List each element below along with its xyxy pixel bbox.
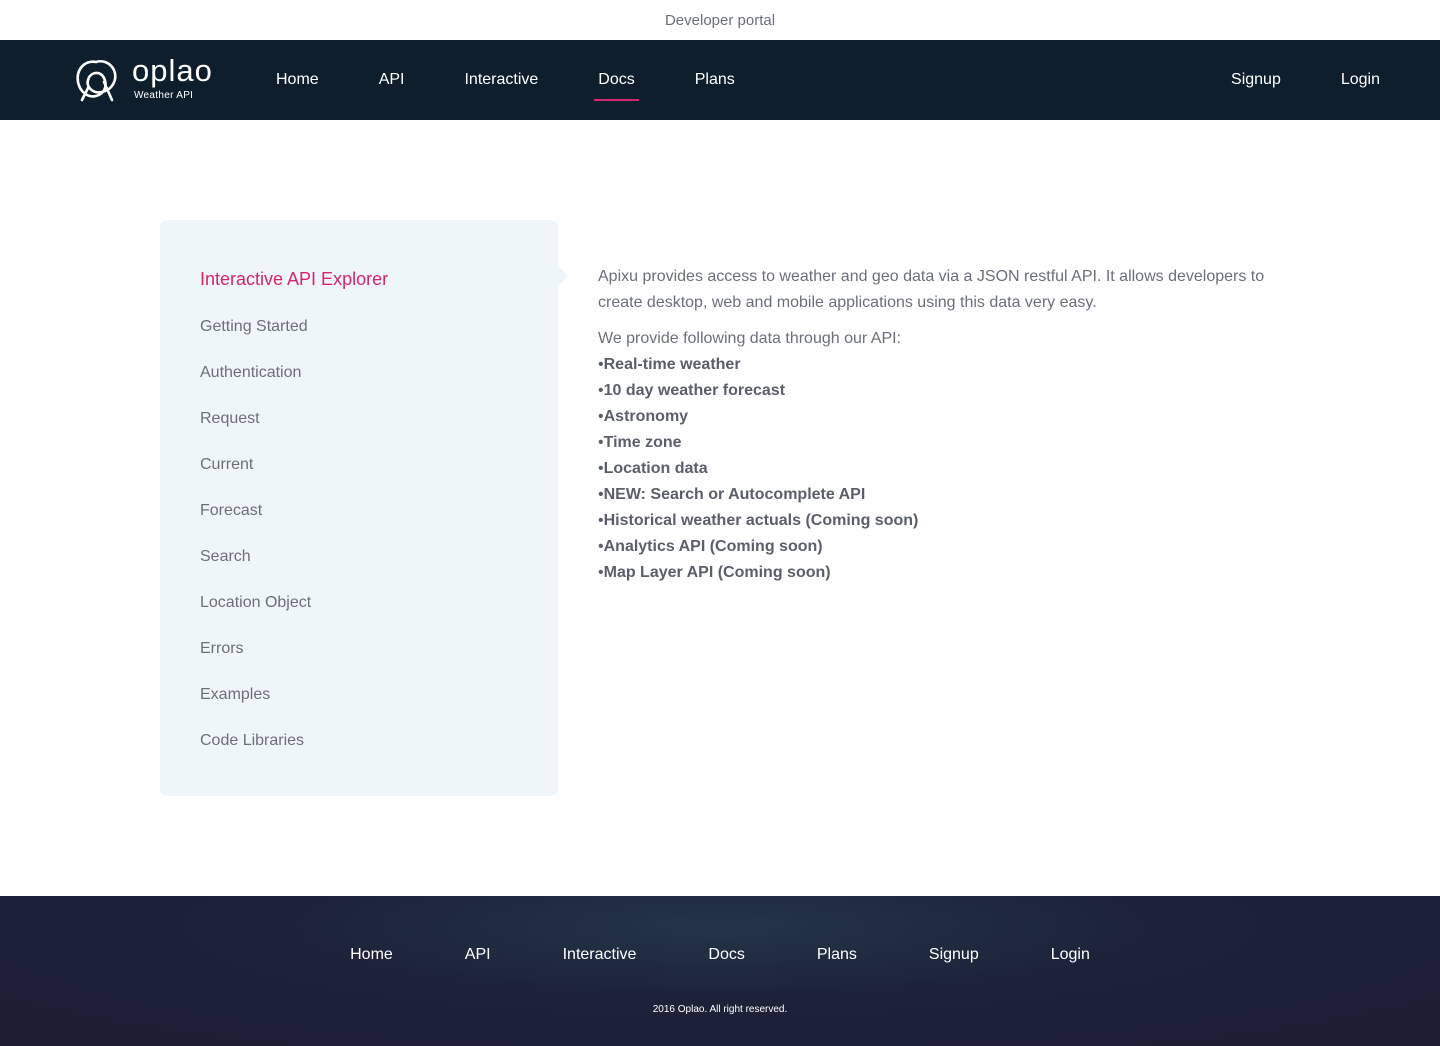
nav-signup[interactable]: Signup [1231,71,1281,89]
intro-paragraph: Apixu provides access to weather and geo… [598,268,1265,311]
list-item: Map Layer API (Coming soon) [598,560,1278,586]
list-item: 10 day weather forecast [598,378,1278,404]
primary-nav: Home API Interactive Docs Plans [276,40,795,120]
copyright: 2016 Oplao. All right reserved. [652,1004,788,1015]
logo-name: oplao [132,53,213,88]
main-navbar: oplao Weather API Home API Interactive D… [0,40,1440,120]
portal-title: Developer portal [664,11,776,29]
docs-main: Apixu provides access to weather and geo… [598,264,1278,586]
footer-nav-login[interactable]: Login [1051,946,1090,964]
sidebar-item-getting-started[interactable]: Getting Started [200,316,518,362]
sidebar-item-code-libraries[interactable]: Code Libraries [200,730,518,776]
footer-nav-interactive[interactable]: Interactive [563,946,637,964]
footer-nav: Home API Interactive Docs Plans Signup L… [0,946,1440,964]
footer-nav-plans[interactable]: Plans [817,946,857,964]
sidebar-item-request[interactable]: Request [200,408,518,454]
docs-content: Interactive API Explorer Getting Started… [0,120,1440,896]
sidebar-item-search[interactable]: Search [200,546,518,592]
list-item: Time zone [598,430,1278,456]
portal-header: Developer portal [0,0,1440,40]
logo[interactable]: oplao Weather API [74,53,213,102]
footer-nav-docs[interactable]: Docs [708,946,744,964]
page-footer: Home API Interactive Docs Plans Signup L… [0,896,1440,1046]
footer-nav-signup[interactable]: Signup [929,946,979,964]
list-item: Astronomy [598,404,1278,430]
oplao-logo-icon [76,59,117,102]
sidebar-pointer [558,266,568,286]
footer-nav-home[interactable]: Home [350,946,393,964]
list-item: Real-time weather [598,352,1278,378]
nav-docs[interactable]: Docs [594,71,640,101]
list-item: NEW: Search or Autocomplete API [598,482,1278,508]
list-item: Location data [598,456,1278,482]
docs-sidebar: Interactive API Explorer Getting Started… [160,220,568,796]
sidebar-item-errors[interactable]: Errors [200,638,518,684]
features-list: Real-time weather 10 day weather forecas… [598,352,1278,586]
account-nav: Signup Login [1171,40,1380,120]
logo-subtitle: Weather API [134,90,194,101]
nav-plans[interactable]: Plans [695,71,735,89]
list-item: Analytics API (Coming soon) [598,534,1278,560]
nav-api[interactable]: API [379,71,405,89]
sidebar-item-location-object[interactable]: Location Object [200,592,518,638]
sidebar-title[interactable]: Interactive API Explorer [200,266,518,292]
nav-interactive[interactable]: Interactive [464,71,538,89]
sidebar-item-authentication[interactable]: Authentication [200,362,518,408]
list-item: Historical weather actuals (Coming soon) [598,508,1278,534]
nav-login[interactable]: Login [1341,71,1380,89]
sidebar-item-forecast[interactable]: Forecast [200,500,518,546]
sidebar-item-examples[interactable]: Examples [200,684,518,730]
sidebar-item-current[interactable]: Current [200,454,518,500]
features-intro: We provide following data through our AP… [598,330,901,347]
nav-home[interactable]: Home [276,71,319,89]
footer-nav-api[interactable]: API [465,946,491,964]
